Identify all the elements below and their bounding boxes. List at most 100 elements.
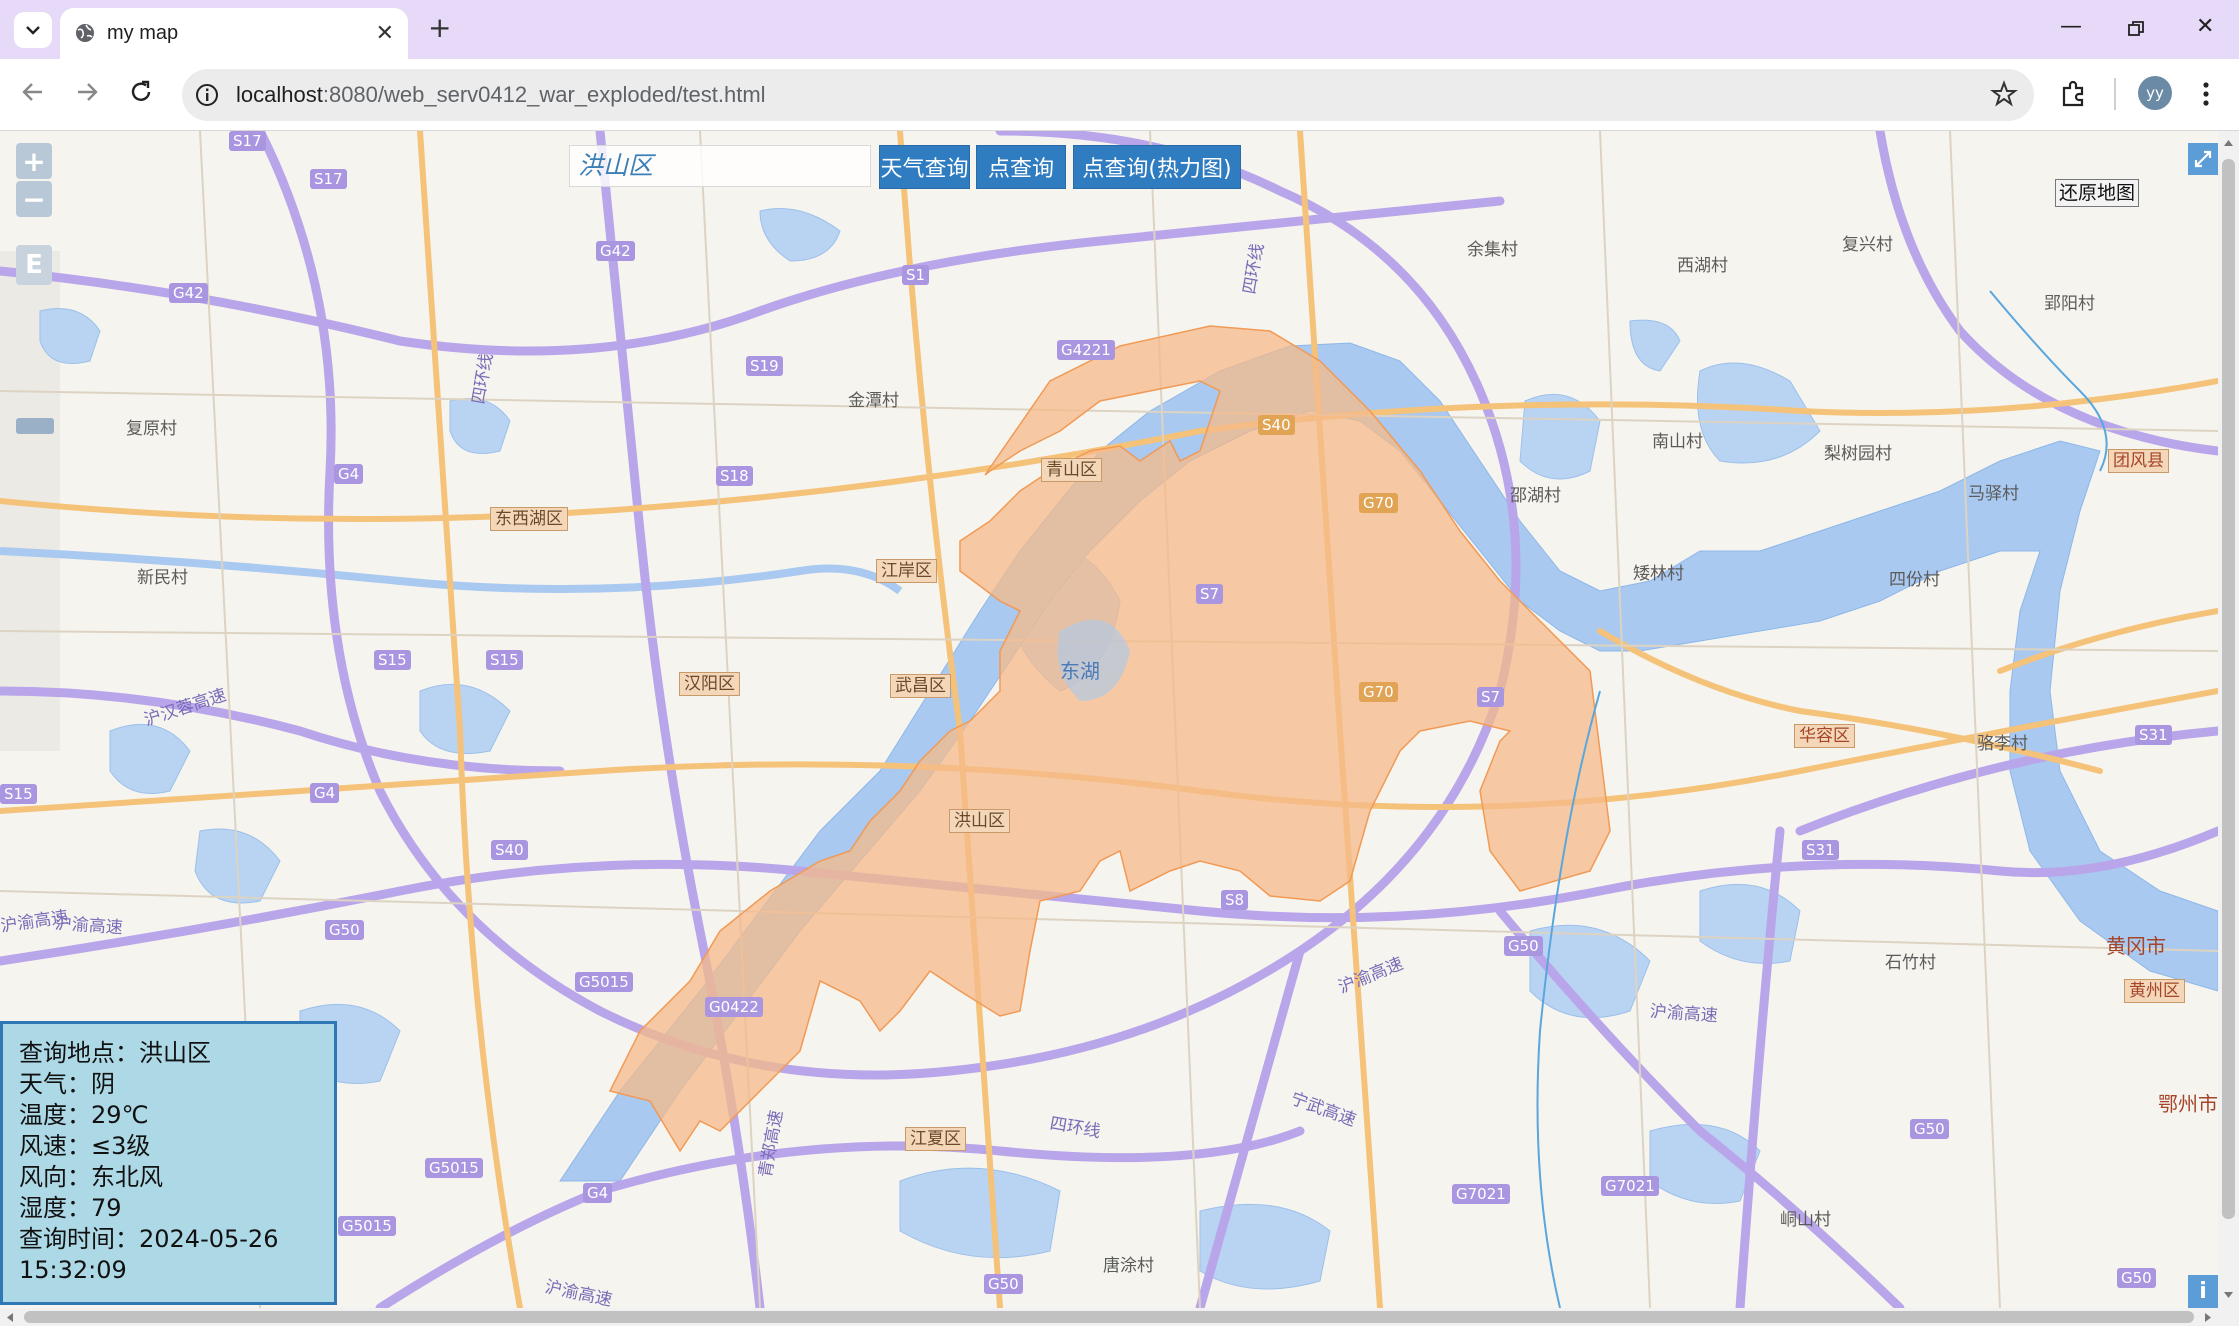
district-label: 江夏区: [905, 1127, 966, 1151]
fullscreen-button[interactable]: [2188, 143, 2218, 175]
map-container[interactable]: 金潭村 复原村 新民村 余集村 西湖村 复兴村 郢阳村 南山村 梨树园村 马驿村…: [0, 131, 2218, 1308]
horizontal-scrollbar[interactable]: [0, 1308, 2239, 1326]
road-shield: G42: [169, 283, 208, 303]
browser-tab-active[interactable]: my map ✕: [60, 8, 408, 59]
road-shield: S17: [229, 131, 266, 151]
district-label: 江岸区: [876, 559, 937, 583]
place-label: 新民村: [137, 568, 188, 588]
forward-icon[interactable]: [74, 79, 100, 105]
place-label: 邵湖村: [1510, 486, 1561, 506]
menu-dots-icon[interactable]: [2200, 79, 2212, 109]
info-icon: i: [2199, 1279, 2207, 1304]
site-info-icon[interactable]: [194, 82, 220, 108]
district-label: 东西湖区: [490, 507, 568, 531]
road-shield: S31: [2135, 725, 2172, 745]
place-label: 骆李村: [1977, 734, 2028, 754]
tab-title: my map: [107, 22, 179, 44]
place-label: 南山村: [1652, 432, 1703, 452]
horizontal-scroll-thumb[interactable]: [24, 1311, 2194, 1323]
road-shield: S40: [491, 840, 528, 860]
road-shield: G7021: [1452, 1184, 1510, 1204]
road-shield: G5015: [338, 1216, 396, 1236]
close-window-icon[interactable]: ✕: [2196, 14, 2214, 39]
browser-toolbar: localhost:8080/web_serv0412_war_exploded…: [0, 59, 2239, 131]
road-shield: S7: [1477, 687, 1505, 707]
point-query-button[interactable]: 点查询: [976, 145, 1066, 189]
road-shield: S18: [716, 466, 753, 486]
district-label: 华容区: [1794, 724, 1855, 748]
minimize-icon[interactable]: —: [2060, 14, 2082, 39]
weather-temperature: 温度：29℃: [19, 1101, 149, 1129]
chevron-down-icon: [26, 26, 40, 35]
road-shield: S15: [486, 650, 523, 670]
vertical-scroll-thumb[interactable]: [2222, 159, 2235, 1219]
url-text[interactable]: localhost:8080/web_serv0412_war_exploded…: [236, 82, 766, 108]
road-shield: G50: [2117, 1268, 2156, 1288]
district-search-input[interactable]: 洪山区: [569, 145, 871, 187]
road-shield: G4: [334, 464, 364, 484]
full-extent-button[interactable]: E: [16, 245, 52, 285]
road-shield: G50: [1504, 936, 1543, 956]
district-label: 汉阳区: [679, 672, 740, 696]
expand-icon: [2194, 150, 2212, 168]
place-label: 郢阳村: [2044, 294, 2095, 314]
info-button[interactable]: i: [2188, 1275, 2218, 1308]
scroll-up-icon[interactable]: [2223, 139, 2234, 147]
toolbar-divider: [2114, 78, 2116, 110]
road-name: 沪渝高速: [54, 913, 124, 939]
road-shield: G5015: [575, 972, 633, 992]
profile-avatar[interactable]: yy: [2138, 76, 2172, 110]
district-label: 黄州区: [2124, 979, 2185, 1003]
place-label: 西湖村: [1677, 256, 1728, 276]
road-shield: S7: [1196, 584, 1224, 604]
new-tab-icon[interactable]: +: [428, 14, 451, 42]
weather-wind-direction: 风向：东北风: [19, 1163, 163, 1191]
place-label: 梨树园村: [1824, 444, 1892, 464]
road-shield: G42: [596, 241, 635, 261]
district-label: 青山区: [1041, 458, 1102, 482]
scroll-down-icon[interactable]: [2223, 1291, 2234, 1299]
place-label: 复兴村: [1842, 235, 1893, 255]
address-bar[interactable]: localhost:8080/web_serv0412_war_exploded…: [182, 69, 2034, 121]
road-shield: G70: [1359, 682, 1398, 702]
tab-search-button[interactable]: [14, 12, 52, 48]
vertical-scrollbar[interactable]: [2218, 131, 2239, 1308]
road-shield: S40: [1258, 415, 1295, 435]
scroll-right-icon[interactable]: [2204, 1312, 2212, 1323]
url-path: :8080/web_serv0412_war_exploded/test.htm…: [322, 82, 766, 107]
globe-icon: [76, 24, 94, 42]
zoom-in-button[interactable]: +: [16, 143, 52, 179]
reload-icon[interactable]: [128, 79, 154, 105]
road-shield: G70: [1359, 493, 1398, 513]
scroll-left-icon[interactable]: [6, 1312, 14, 1323]
weather-query-time: 查询时间：2024-05-26: [19, 1225, 279, 1253]
weather-query-time-clock: 15:32:09: [19, 1256, 127, 1284]
place-label: 石竹村: [1885, 953, 1936, 973]
road-shield: S17: [310, 169, 347, 189]
place-label: 余集村: [1467, 240, 1518, 260]
road-name: 沪渝高速: [1649, 1001, 1719, 1027]
place-label: 峒山村: [1780, 1210, 1831, 1230]
place-label: 鄂州市: [2158, 1092, 2218, 1116]
lake-label: 东湖: [1060, 659, 1100, 683]
place-label: 四份村: [1889, 570, 1940, 590]
extensions-icon[interactable]: [2058, 79, 2088, 109]
road-shield: S19: [746, 356, 783, 376]
url-host: localhost: [236, 82, 323, 107]
close-tab-icon[interactable]: ✕: [376, 21, 394, 46]
back-icon[interactable]: [20, 79, 46, 105]
place-label: 矮林村: [1633, 564, 1684, 584]
browser-tab-bar: my map ✕ + — ✕: [0, 0, 2239, 59]
restore-window-icon[interactable]: [2127, 20, 2145, 38]
bookmark-star-icon[interactable]: [1990, 80, 2018, 108]
road-shield: G5015: [425, 1158, 483, 1178]
zoom-slider-handle[interactable]: [16, 418, 54, 434]
weather-query-button[interactable]: 天气查询: [879, 145, 970, 189]
road-shield: G4: [583, 1183, 613, 1203]
road-shield: G50: [325, 920, 364, 940]
zoom-out-button[interactable]: −: [16, 181, 52, 217]
weather-condition: 天气：阴: [19, 1070, 115, 1098]
place-label: 金潭村: [848, 391, 899, 411]
restore-map-button[interactable]: 还原地图: [2055, 179, 2140, 207]
point-query-heatmap-button[interactable]: 点查询(热力图): [1073, 145, 1241, 189]
